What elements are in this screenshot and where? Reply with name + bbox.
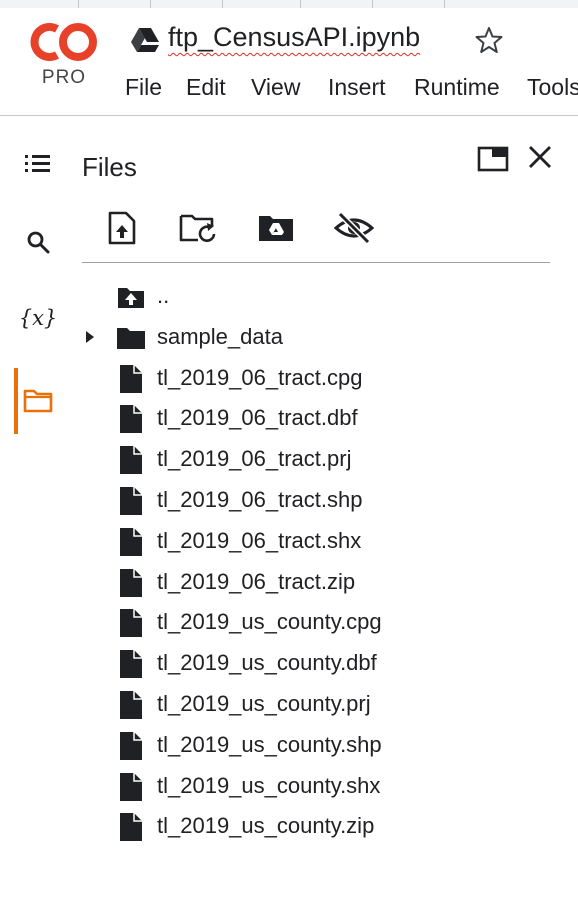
- file-name: tl_2019_us_county.shx: [157, 772, 381, 798]
- file-icon: [116, 486, 146, 516]
- close-icon: [529, 146, 551, 168]
- file-row[interactable]: tl_2019_06_tract.shp: [0, 480, 578, 520]
- file-row[interactable]: tl_2019_06_tract.shx: [0, 521, 578, 561]
- open-in-tab-button[interactable]: [476, 142, 510, 176]
- file-name: tl_2019_06_tract.shp: [157, 487, 363, 512]
- file-name: tl_2019_us_county.dbf: [157, 650, 377, 676]
- toggle-hidden-files-button[interactable]: [334, 208, 374, 248]
- toolbar-divider: [82, 262, 550, 263]
- file-name: tl_2019_us_county.shp: [157, 731, 382, 757]
- notebook-title[interactable]: ftp_CensusAPI.ipynb: [168, 22, 420, 53]
- pro-badge: PRO: [41, 67, 87, 88]
- file-icon: [116, 772, 146, 802]
- file-row[interactable]: tl_2019_us_county.prj: [0, 684, 578, 724]
- file-icon: [116, 527, 146, 557]
- table-of-contents-button[interactable]: [22, 148, 54, 180]
- colab-pro-logo[interactable]: PRO: [26, 20, 102, 96]
- strip-divider: [78, 0, 79, 8]
- file-icon: [116, 445, 146, 475]
- file-row[interactable]: tl_2019_us_county.shp: [0, 725, 578, 765]
- file-name: sample_data: [157, 323, 283, 349]
- menu-view[interactable]: View: [251, 74, 300, 101]
- file-row[interactable]: tl_2019_us_county.dbf: [0, 643, 578, 683]
- file-row[interactable]: tl_2019_us_county.shx: [0, 766, 578, 806]
- file-icon: [116, 649, 146, 679]
- file-name: tl_2019_us_county.zip: [157, 813, 375, 839]
- mount-drive-button[interactable]: [256, 208, 296, 248]
- strip-divider: [222, 0, 223, 8]
- file-row[interactable]: tl_2019_06_tract.cpg: [0, 358, 578, 398]
- table-of-contents-icon: [25, 155, 50, 172]
- menu-insert[interactable]: Insert: [328, 74, 386, 101]
- file-row[interactable]: tl_2019_us_county.zip: [0, 806, 578, 846]
- file-row[interactable]: tl_2019_us_county.cpg: [0, 602, 578, 642]
- parent-folder-icon: [116, 282, 146, 312]
- menu-edit[interactable]: Edit: [186, 74, 226, 101]
- file-icon: [116, 690, 146, 720]
- folder-icon: [116, 323, 146, 353]
- parent-directory-row[interactable]: ..: [0, 276, 578, 316]
- file-name: tl_2019_us_county.cpg: [157, 609, 382, 635]
- file-icon: [116, 731, 146, 761]
- refresh-icon: [179, 214, 216, 242]
- star-icon[interactable]: [474, 25, 504, 55]
- file-name: ..: [157, 283, 170, 308]
- file-name: tl_2019_06_tract.cpg: [157, 364, 363, 390]
- file-icon: [116, 608, 146, 638]
- menu-file[interactable]: File: [125, 74, 162, 101]
- file-row[interactable]: tl_2019_06_tract.dbf: [0, 398, 578, 438]
- upload-icon: [108, 211, 136, 245]
- strip-divider: [372, 0, 373, 8]
- strip-divider: [150, 0, 151, 8]
- strip-divider: [300, 0, 301, 8]
- colab-logo-mark: [30, 23, 97, 61]
- search-icon: [27, 231, 50, 254]
- file-icon: [116, 812, 146, 842]
- hide-hidden-files-icon: [334, 212, 374, 244]
- browser-top-strip: [0, 0, 578, 8]
- google-drive-icon[interactable]: [130, 26, 160, 54]
- refresh-button[interactable]: [178, 208, 218, 248]
- file-name: tl_2019_06_tract.prj: [157, 446, 352, 472]
- close-panel-button[interactable]: [523, 140, 557, 174]
- file-name: tl_2019_06_tract.zip: [157, 568, 356, 594]
- file-name: tl_2019_06_tract.shx: [157, 527, 362, 553]
- menu-runtime[interactable]: Runtime: [414, 74, 500, 101]
- expand-caret-icon[interactable]: [82, 327, 98, 347]
- file-row[interactable]: tl_2019_06_tract.prj: [0, 439, 578, 479]
- upload-button[interactable]: [102, 208, 142, 248]
- file-icon: [116, 568, 146, 598]
- file-icon: [116, 404, 146, 434]
- file-icon: [116, 364, 146, 394]
- menu-tools[interactable]: Tools: [527, 74, 578, 101]
- mount-drive-icon: [259, 216, 293, 241]
- folder-row[interactable]: sample_data: [0, 317, 578, 357]
- file-name: tl_2019_06_tract.dbf: [157, 405, 358, 431]
- file-row[interactable]: tl_2019_06_tract.zip: [0, 562, 578, 602]
- files-panel-title: Files: [82, 152, 137, 182]
- strip-divider: [444, 0, 445, 8]
- search-button[interactable]: [22, 226, 54, 258]
- open-in-tab-icon: [477, 146, 509, 172]
- header-divider: [0, 115, 578, 116]
- file-name: tl_2019_us_county.prj: [157, 691, 371, 716]
